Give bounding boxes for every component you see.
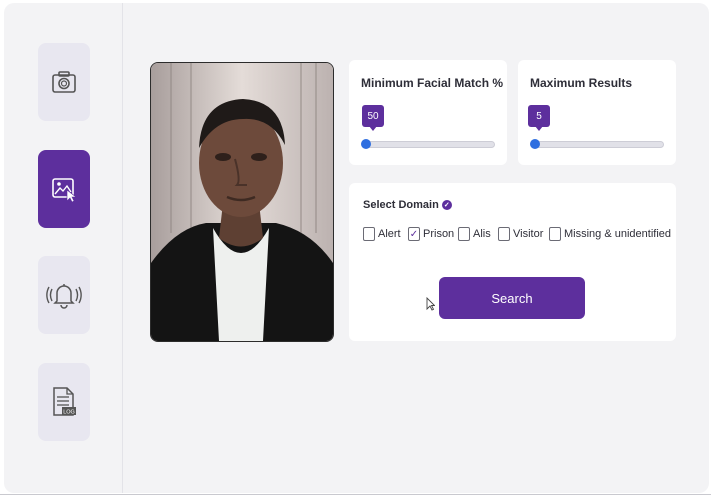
domain-option-label: Missing & unidentified <box>564 228 672 240</box>
checkbox-alert[interactable] <box>363 227 375 241</box>
mouse-cursor-icon <box>426 297 435 311</box>
domain-option-alis[interactable]: Alis <box>458 227 491 241</box>
image-upload-icon <box>52 178 77 203</box>
select-domain-title: Select Domain ✓ <box>363 199 452 211</box>
min-facial-match-title: Minimum Facial Match % <box>361 76 504 90</box>
max-results-slider-thumb[interactable] <box>530 139 540 149</box>
sidebar: LOG <box>4 3 123 493</box>
domain-option-visitor[interactable]: Visitor <box>498 227 543 241</box>
domain-option-label: Alert <box>378 228 401 240</box>
sidebar-item-camera[interactable] <box>38 43 90 121</box>
portrait-image <box>151 63 333 341</box>
log-file-icon: LOG <box>53 387 76 416</box>
uploaded-face-photo <box>150 62 334 342</box>
max-results-card: Maximum Results 5 <box>518 60 676 165</box>
divider <box>0 494 711 495</box>
select-domain-label: Select Domain <box>363 199 439 211</box>
checkbox-visitor[interactable] <box>498 227 510 241</box>
select-domain-card: Select Domain ✓ Alert ✓ Prison Alis Visi… <box>349 183 676 341</box>
checkbox-prison[interactable]: ✓ <box>408 227 420 241</box>
checkbox-alis[interactable] <box>458 227 470 241</box>
alert-bell-icon <box>46 284 82 309</box>
checkbox-missing-unidentified[interactable] <box>549 227 561 241</box>
min-facial-match-card: Minimum Facial Match % 50 <box>349 60 507 165</box>
max-results-value: 5 <box>528 105 550 131</box>
verified-check-icon: ✓ <box>441 200 452 210</box>
min-facial-match-value: 50 <box>362 105 384 131</box>
log-badge: LOG <box>63 410 75 416</box>
sidebar-item-alerts[interactable] <box>38 256 90 334</box>
domain-option-missing-unidentified[interactable]: Missing & unidentified <box>549 227 671 241</box>
domain-option-prison[interactable]: ✓ Prison <box>408 227 454 241</box>
min-facial-match-slider-thumb[interactable] <box>361 139 371 149</box>
domain-option-label: Alis <box>473 228 491 240</box>
domain-option-label: Visitor <box>513 228 544 240</box>
max-results-slider[interactable] <box>531 141 664 148</box>
camera-icon <box>52 71 76 93</box>
min-facial-match-slider[interactable] <box>362 141 495 148</box>
domain-option-alert[interactable]: Alert <box>363 227 401 241</box>
domain-option-label: Prison <box>423 228 455 240</box>
max-results-title: Maximum Results <box>530 76 633 90</box>
search-button[interactable]: Search <box>439 277 585 319</box>
sidebar-item-logs[interactable]: LOG <box>38 363 90 441</box>
sidebar-item-image-search[interactable] <box>38 150 90 228</box>
